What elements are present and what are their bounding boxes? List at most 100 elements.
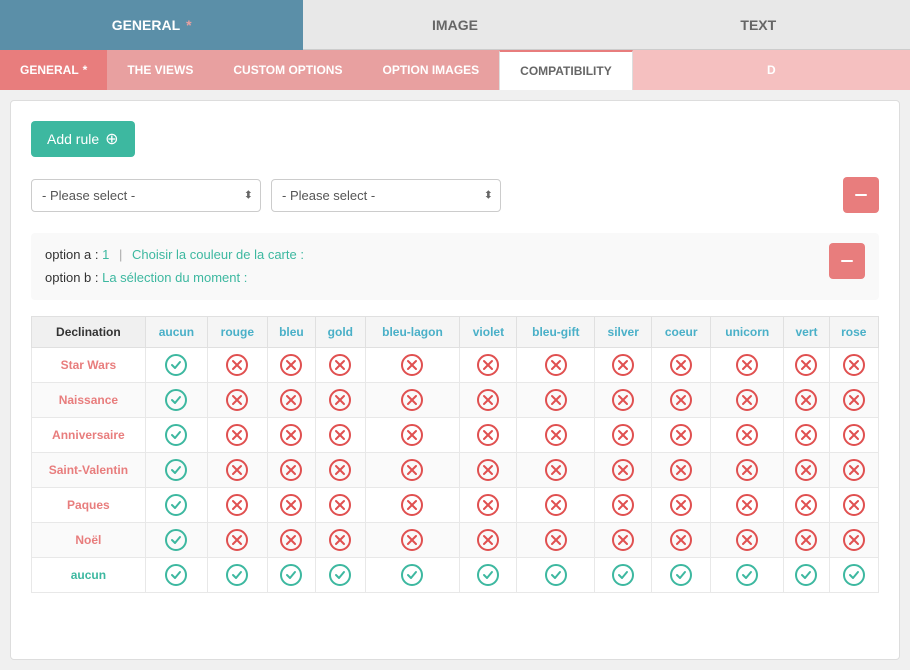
cell-1-1[interactable] <box>208 382 268 417</box>
cell-5-10[interactable] <box>784 522 829 557</box>
cell-0-11[interactable] <box>829 347 878 382</box>
cell-5-8[interactable] <box>652 522 711 557</box>
cell-2-8[interactable] <box>652 417 711 452</box>
cell-2-6[interactable] <box>517 417 595 452</box>
cell-0-5[interactable] <box>460 347 517 382</box>
cell-6-4[interactable] <box>365 557 460 592</box>
cell-1-4[interactable] <box>365 382 460 417</box>
cell-4-4[interactable] <box>365 487 460 522</box>
col-header-bleu-lagon[interactable]: bleu-lagon <box>365 316 460 347</box>
cell-6-11[interactable] <box>829 557 878 592</box>
cell-5-0[interactable] <box>145 522 207 557</box>
cell-6-8[interactable] <box>652 557 711 592</box>
cell-6-9[interactable] <box>711 557 784 592</box>
subtab-the-views[interactable]: THE VIEWS <box>107 50 213 90</box>
cell-1-11[interactable] <box>829 382 878 417</box>
cell-6-3[interactable] <box>316 557 365 592</box>
add-rule-button[interactable]: Add rule ⊕ <box>31 121 135 157</box>
cell-4-5[interactable] <box>460 487 517 522</box>
cell-5-5[interactable] <box>460 522 517 557</box>
cell-4-3[interactable] <box>316 487 365 522</box>
cell-1-5[interactable] <box>460 382 517 417</box>
col-header-aucun[interactable]: aucun <box>145 316 207 347</box>
cell-6-10[interactable] <box>784 557 829 592</box>
cell-4-1[interactable] <box>208 487 268 522</box>
cell-0-1[interactable] <box>208 347 268 382</box>
col-header-rouge[interactable]: rouge <box>208 316 268 347</box>
cell-0-0[interactable] <box>145 347 207 382</box>
cell-5-7[interactable] <box>595 522 652 557</box>
cell-6-1[interactable] <box>208 557 268 592</box>
delete-rule-button[interactable] <box>843 177 879 213</box>
cell-5-1[interactable] <box>208 522 268 557</box>
tab-image-top[interactable]: IMAGE <box>303 0 606 50</box>
cell-3-3[interactable] <box>316 452 365 487</box>
col-header-bleu-gift[interactable]: bleu-gift <box>517 316 595 347</box>
cell-5-2[interactable] <box>267 522 316 557</box>
cell-4-11[interactable] <box>829 487 878 522</box>
cell-3-0[interactable] <box>145 452 207 487</box>
cell-3-4[interactable] <box>365 452 460 487</box>
cell-1-0[interactable] <box>145 382 207 417</box>
cell-2-3[interactable] <box>316 417 365 452</box>
cell-0-3[interactable] <box>316 347 365 382</box>
select-2[interactable]: - Please select - <box>271 179 501 212</box>
tab-text-top[interactable]: TEXT <box>607 0 910 50</box>
col-header-bleu[interactable]: bleu <box>267 316 316 347</box>
cell-2-9[interactable] <box>711 417 784 452</box>
cell-3-11[interactable] <box>829 452 878 487</box>
cell-1-10[interactable] <box>784 382 829 417</box>
cell-1-6[interactable] <box>517 382 595 417</box>
cell-6-7[interactable] <box>595 557 652 592</box>
cell-2-4[interactable] <box>365 417 460 452</box>
cell-0-8[interactable] <box>652 347 711 382</box>
cell-3-2[interactable] <box>267 452 316 487</box>
cell-1-7[interactable] <box>595 382 652 417</box>
cell-3-5[interactable] <box>460 452 517 487</box>
col-header-vert[interactable]: vert <box>784 316 829 347</box>
cell-2-0[interactable] <box>145 417 207 452</box>
subtab-compatibility[interactable]: COMPATIBILITY <box>499 50 633 90</box>
cell-2-10[interactable] <box>784 417 829 452</box>
cell-2-11[interactable] <box>829 417 878 452</box>
cell-5-9[interactable] <box>711 522 784 557</box>
subtab-general[interactable]: GENERAL * <box>0 50 107 90</box>
col-header-coeur[interactable]: coeur <box>652 316 711 347</box>
select-1[interactable]: - Please select - <box>31 179 261 212</box>
col-header-silver[interactable]: silver <box>595 316 652 347</box>
cell-0-7[interactable] <box>595 347 652 382</box>
subtab-custom-options[interactable]: CUSTOM OPTIONS <box>213 50 362 90</box>
cell-5-3[interactable] <box>316 522 365 557</box>
cell-3-7[interactable] <box>595 452 652 487</box>
cell-6-2[interactable] <box>267 557 316 592</box>
cell-1-2[interactable] <box>267 382 316 417</box>
cell-2-2[interactable] <box>267 417 316 452</box>
subtab-more[interactable]: D <box>633 50 910 90</box>
cell-6-5[interactable] <box>460 557 517 592</box>
cell-1-8[interactable] <box>652 382 711 417</box>
cell-4-7[interactable] <box>595 487 652 522</box>
cell-4-9[interactable] <box>711 487 784 522</box>
col-header-unicorn[interactable]: unicorn <box>711 316 784 347</box>
cell-6-6[interactable] <box>517 557 595 592</box>
cell-3-9[interactable] <box>711 452 784 487</box>
cell-2-5[interactable] <box>460 417 517 452</box>
cell-0-4[interactable] <box>365 347 460 382</box>
cell-0-2[interactable] <box>267 347 316 382</box>
cell-5-6[interactable] <box>517 522 595 557</box>
cell-4-8[interactable] <box>652 487 711 522</box>
cell-5-4[interactable] <box>365 522 460 557</box>
cell-3-6[interactable] <box>517 452 595 487</box>
cell-0-10[interactable] <box>784 347 829 382</box>
cell-4-2[interactable] <box>267 487 316 522</box>
cell-0-6[interactable] <box>517 347 595 382</box>
delete-rule-button-2[interactable] <box>829 243 865 279</box>
cell-3-1[interactable] <box>208 452 268 487</box>
cell-1-9[interactable] <box>711 382 784 417</box>
col-header-gold[interactable]: gold <box>316 316 365 347</box>
cell-1-3[interactable] <box>316 382 365 417</box>
cell-5-11[interactable] <box>829 522 878 557</box>
cell-3-8[interactable] <box>652 452 711 487</box>
cell-6-0[interactable] <box>145 557 207 592</box>
subtab-option-images[interactable]: OPTION IMAGES <box>362 50 499 90</box>
